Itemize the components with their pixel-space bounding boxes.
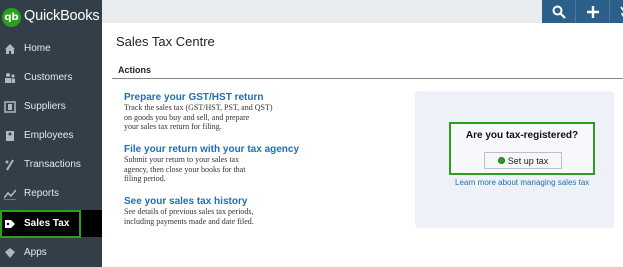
employees-icon <box>6 130 14 141</box>
sidebar-item-label: Transactions <box>24 159 81 170</box>
sidebar-item-reports[interactable]: Reports <box>0 180 102 207</box>
sidebar-item-label: Employees <box>24 130 74 141</box>
sidebar-item-label: Suppliers <box>24 101 66 112</box>
actions-tab-bar: Actions <box>112 63 623 79</box>
set-up-tax-label: Set up tax <box>507 155 549 166</box>
customers-icon <box>5 72 15 83</box>
desc-line: See details of previous sales tax period… <box>124 207 254 216</box>
desc-line: Submit your return to your sales tax <box>124 155 240 164</box>
sales-tax-history-description: See details of previous sales tax period… <box>124 207 314 226</box>
desc-line: on goods you buy and sell, and prepare <box>124 112 250 122</box>
sidebar-item-customers[interactable]: Customers <box>0 64 102 91</box>
prepare-return-link[interactable]: Prepare your GST/HST return <box>124 92 263 103</box>
desc-line: filing period. <box>124 174 166 183</box>
sidebar-item-label: Home <box>24 43 51 54</box>
file-return-description: Submit your return to your sales tax age… <box>124 155 314 184</box>
search-button[interactable] <box>542 0 576 23</box>
desc-line: including payments made and date filed. <box>124 216 254 226</box>
desc-line: agency, then close your books for that <box>124 164 246 174</box>
sidebar-item-label: Reports <box>24 188 60 199</box>
desc-line: Track the sales tax (GST/HST, PST, and Q… <box>124 103 273 112</box>
recent-button[interactable] <box>610 0 623 23</box>
tab-actions[interactable]: Actions <box>118 65 151 75</box>
sidebar-item-transactions[interactable]: Transactions <box>0 151 102 178</box>
sidebar-item-label: Apps <box>24 247 47 258</box>
suppliers-icon <box>4 100 16 113</box>
brand-name: QuickBooks <box>24 8 100 24</box>
brand[interactable]: qb QuickBooks <box>0 0 102 34</box>
top-actions <box>542 0 623 23</box>
reports-icon <box>4 188 16 200</box>
status-dot-icon <box>497 157 505 164</box>
sidebar-item-suppliers[interactable]: Suppliers <box>0 93 102 120</box>
page-title: Sales Tax Centre <box>116 34 215 49</box>
home-icon <box>5 43 15 54</box>
sales-tax-highlight <box>0 210 81 238</box>
learn-more-link[interactable]: Learn more about managing sales tax <box>455 178 589 187</box>
top-bar <box>102 0 623 23</box>
set-up-tax-button[interactable]: Set up tax <box>484 152 562 169</box>
search-icon <box>552 5 566 19</box>
quickbooks-logo: qb <box>2 8 21 27</box>
prepare-return-description: Track the sales tax (GST/HST, PST, and Q… <box>124 103 314 132</box>
sidebar-item-label: Customers <box>24 72 73 83</box>
sidebar-item-home[interactable]: Home <box>0 35 102 62</box>
desc-line: your sales tax return for filing. <box>124 122 222 131</box>
apps-icon <box>5 247 15 258</box>
sidebar: qb QuickBooks Home Customers Suppliers E… <box>0 0 102 267</box>
sidebar-item-apps[interactable]: Apps <box>0 239 102 266</box>
create-button[interactable] <box>576 0 610 23</box>
sales-tax-history-link[interactable]: See your sales tax history <box>124 196 247 207</box>
sidebar-item-employees[interactable]: Employees <box>0 122 102 149</box>
tax-registered-question: Are you tax-registered? <box>465 130 579 141</box>
plus-icon <box>586 5 599 18</box>
file-return-link[interactable]: File your return with your tax agency <box>124 144 299 155</box>
tax-registered-callout: Are you tax-registered? Set up tax <box>449 122 595 175</box>
transactions-icon <box>5 158 14 171</box>
